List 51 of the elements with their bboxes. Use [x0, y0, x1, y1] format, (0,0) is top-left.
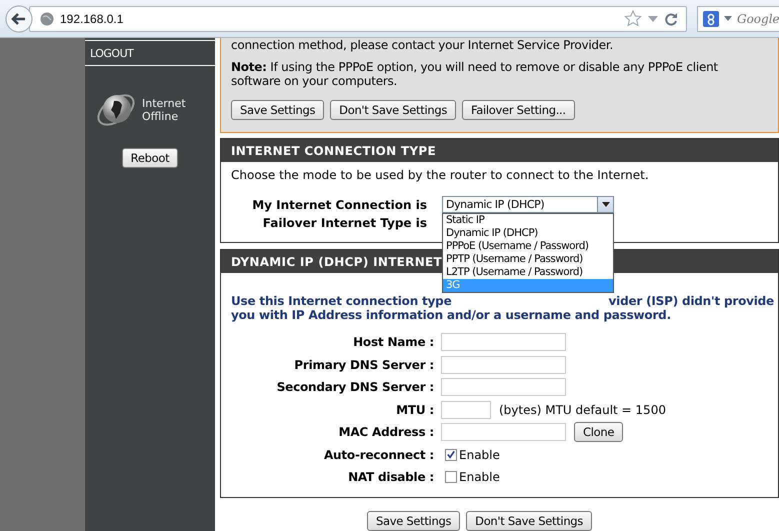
connection-status: Internet Offline [142, 97, 187, 123]
description-text: vider (ISP) didn't provide [608, 294, 774, 308]
search-placeholder: Google [737, 12, 779, 26]
dropdown-icon[interactable] [648, 16, 658, 22]
logout-link[interactable]: LOGOUT [85, 40, 215, 66]
settings-button[interactable]: Save Settings [231, 100, 324, 120]
notice-text: connection method, please contact your Internet Service Provider. [231, 38, 614, 52]
checkbox-label: Enable [459, 470, 500, 484]
checkbox[interactable] [445, 448, 457, 461]
search-engine-icon[interactable] [703, 10, 719, 26]
reboot-button[interactable]: Reboot [122, 148, 178, 168]
section-description: Choose the mode to be used by the router to connect to the Internet. [231, 168, 650, 182]
input-field[interactable] [441, 333, 566, 352]
description-text: Use this Internet connection type [231, 294, 452, 308]
settings-button[interactable]: Don't Save Settings [466, 510, 592, 530]
clone-button[interactable]: Clone [574, 422, 624, 442]
settings-button[interactable]: Failover Setting... [462, 100, 575, 120]
section-title: INTERNET CONNECTION TYPE [221, 139, 778, 162]
field-hint: (bytes) MTU default = 1500 [499, 402, 666, 417]
dropdown-option[interactable]: Dynamic IP (DHCP) [443, 227, 613, 240]
field-label: MTU : [395, 402, 434, 417]
checkbox-label: Enable [459, 448, 500, 462]
reload-icon[interactable] [664, 12, 678, 26]
field-label: My Internet Connection is [251, 198, 427, 212]
connection-type-dropdown[interactable]: Dynamic IP (DHCP) [442, 196, 614, 213]
search-field[interactable]: Google [697, 6, 779, 32]
address-bar[interactable]: 192.168.0.1 [29, 6, 687, 32]
input-field[interactable] [441, 356, 566, 374]
field-label: Host Name : [352, 335, 434, 350]
checkbox[interactable] [445, 471, 457, 484]
input-field[interactable] [441, 423, 566, 442]
field-label: Primary DNS Server : [293, 358, 434, 372]
dropdown-option[interactable]: PPPoE (Username / Password) [443, 240, 613, 253]
field-label: Secondary DNS Server : [276, 380, 434, 394]
dropdown-option[interactable]: PPTP (Username / Password) [443, 253, 613, 266]
input-field[interactable] [441, 378, 566, 396]
description-text: you with IP Address information and/or a username and password. [231, 308, 672, 322]
globe-icon [40, 12, 54, 26]
note-text: Note: If using the PPPoE option, you will need to remove or disable any PPPoE client software on your computers. [231, 60, 719, 88]
url-text: 192.168.0.1 [60, 12, 124, 26]
dropdown-icon[interactable] [724, 16, 732, 21]
settings-button[interactable]: Save Settings [366, 510, 460, 530]
field-label: Failover Internet Type is [262, 216, 427, 230]
settings-button[interactable]: Don't Save Settings [330, 100, 456, 120]
field-label: NAT disable : [347, 470, 434, 484]
back-button[interactable] [5, 4, 33, 32]
dropdown-option[interactable]: Static IP [443, 214, 613, 227]
field-label: MAC Address : [338, 425, 434, 440]
field-label: Auto-reconnect : [322, 448, 434, 462]
star-icon[interactable] [624, 10, 642, 27]
input-field[interactable] [441, 400, 491, 419]
